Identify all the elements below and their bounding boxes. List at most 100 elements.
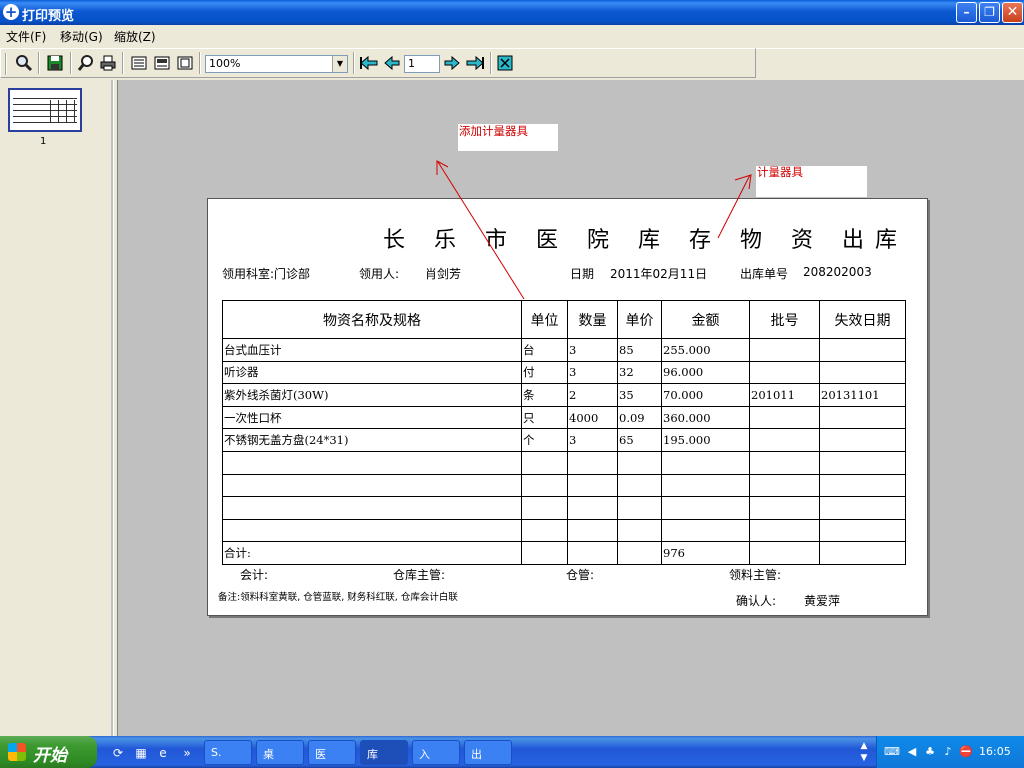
table-cell [749, 360, 820, 385]
table-cell [617, 496, 662, 520]
first-page-icon[interactable] [359, 54, 379, 74]
table-cell [222, 496, 522, 520]
zoom-value: 100% [209, 57, 241, 70]
task-button-6[interactable]: 出 [464, 740, 512, 765]
thumbnail-line [13, 98, 77, 99]
next-page-icon[interactable] [442, 54, 462, 74]
table-cell [567, 518, 618, 543]
table-cell [749, 428, 820, 452]
table-cell [819, 496, 906, 520]
table-cell: 255.000 [661, 338, 750, 362]
network-icon[interactable]: ♣ [922, 744, 938, 760]
table-cell: 35 [617, 383, 662, 407]
menu-zoom[interactable]: 缩放(Z) [114, 28, 156, 45]
taskbar-scroll-icon[interactable]: ▲ ▼ [856, 740, 872, 763]
table-cell [819, 541, 906, 565]
toolbar-separator [199, 52, 201, 74]
annotation-instrument: 计量器具 [757, 165, 803, 179]
department-label: 领用科室:门诊部 [222, 267, 311, 281]
table-cell: 65 [617, 428, 662, 452]
table-cell [222, 518, 522, 543]
table-cell: 只 [521, 405, 568, 430]
table-cell: 条 [521, 383, 568, 407]
table-cell: 96.000 [661, 360, 750, 385]
zoom-select[interactable]: 100% ▼ [205, 55, 348, 73]
previous-page-icon[interactable] [382, 54, 402, 74]
table-row [222, 496, 906, 520]
table-cell [749, 473, 820, 498]
thumbnail-line [13, 122, 77, 123]
task-button-2[interactable]: 桌 [256, 740, 304, 765]
exit-icon[interactable] [495, 54, 515, 74]
table-cell: 3 [567, 360, 618, 385]
table-row [222, 518, 906, 543]
recipient-label: 领用人: [359, 267, 400, 281]
items-table: 物资名称及规格 单位 数量 单价 金额 批号 失效日期 台式血压计台 3 85 255… [222, 300, 906, 565]
date-value: 2011年02月11日 [610, 267, 708, 281]
print-icon[interactable] [98, 54, 118, 74]
menu-file[interactable]: 文件(F) [6, 28, 46, 45]
close-button[interactable]: ✕ [1002, 2, 1023, 23]
document-note: 备注:领料科室黄联, 仓管蓝联, 财务科红联, 仓库会计白联 [218, 592, 458, 603]
annotation-add-instrument: 添加计量器具 [459, 124, 528, 138]
task-button-4[interactable]: 库 [360, 740, 408, 765]
table-cell [567, 450, 618, 475]
chevron-down-icon[interactable]: ▼ [332, 56, 347, 72]
stop-icon[interactable]: ⛔ [958, 744, 974, 760]
task-label: S. [211, 746, 222, 759]
search-icon[interactable] [14, 54, 34, 74]
table-cell [819, 405, 906, 430]
tray-back-icon[interactable]: ◀ [904, 744, 920, 760]
column-header-price: 单价 [617, 300, 662, 339]
page-setup-icon[interactable] [152, 54, 172, 74]
keyboard-icon[interactable]: ⌨ [884, 744, 900, 760]
table-cell [617, 473, 662, 498]
volume-icon[interactable]: ♪ [940, 744, 956, 760]
column-header-unit: 单位 [521, 300, 568, 339]
toolbar-grip [5, 53, 7, 75]
single-page-icon[interactable] [129, 54, 149, 74]
quick-launch-more-icon[interactable]: » [178, 744, 196, 762]
table-row: 紫外线杀菌灯(30W) 条 2 35 70.000 201011 20131101 [222, 383, 906, 407]
table-cell: 3 [567, 338, 618, 362]
quick-launch-refresh-icon[interactable]: ⟳ [109, 744, 127, 762]
page-number-input[interactable]: 1 [404, 55, 440, 73]
column-header-quantity: 数量 [567, 300, 618, 339]
table-cell: 32 [617, 360, 662, 385]
last-page-icon[interactable] [465, 54, 485, 74]
confirmer-label: 确认人: [736, 594, 777, 608]
quick-launch-app-icon[interactable]: ▦ [132, 744, 150, 762]
table-cell: 紫外线杀菌灯(30W) [222, 383, 522, 407]
table-cell: 台式血压计 [222, 338, 522, 362]
minimize-button[interactable]: – [956, 2, 977, 23]
table-cell [617, 450, 662, 475]
table-cell: 一次性口杯 [222, 405, 522, 430]
table-cell [567, 473, 618, 498]
thumbnail-page-label: 1 [40, 136, 47, 147]
table-cell [749, 541, 820, 565]
table-cell [617, 518, 662, 543]
start-button[interactable]: 开始 [0, 736, 97, 768]
task-button-1[interactable]: S. [204, 740, 252, 765]
task-button-3[interactable]: 医 [308, 740, 356, 765]
save-icon[interactable] [45, 54, 65, 74]
table-cell [819, 428, 906, 452]
toolbar-empty-area [756, 48, 1024, 78]
quick-launch-browser-icon[interactable]: e [154, 744, 172, 762]
title-bar[interactable]: + 打印预览 – ❐ ✕ [0, 0, 1024, 25]
table-row: 听诊器付 3 32 96.000 [222, 360, 906, 385]
toolbar-separator [70, 52, 72, 74]
task-label: 入 [419, 748, 430, 761]
restore-button[interactable]: ❐ [979, 2, 1000, 23]
page-thumbnail[interactable] [8, 88, 82, 132]
start-label: 开始 [33, 746, 67, 766]
table-cell: 201011 [749, 383, 820, 407]
task-button-5[interactable]: 入 [412, 740, 460, 765]
table-cell: 听诊器 [222, 360, 522, 385]
zoom-icon[interactable] [76, 54, 96, 74]
table-cell [521, 541, 568, 565]
thumbnail-line [50, 100, 51, 122]
menu-move[interactable]: 移动(G) [60, 28, 103, 45]
table-cell [617, 541, 662, 565]
fit-page-icon[interactable] [175, 54, 195, 74]
